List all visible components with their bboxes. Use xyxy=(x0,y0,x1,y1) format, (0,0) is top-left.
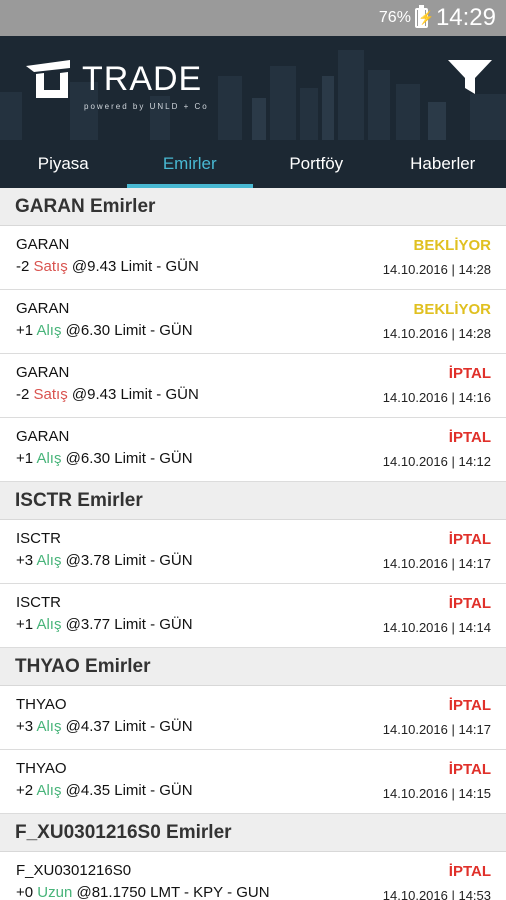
order-price: @81.1750 xyxy=(76,884,146,900)
order-timestamp: 14.10.2016 | 14:14 xyxy=(382,620,491,635)
order-price: @3.77 xyxy=(65,616,111,633)
order-timestamp: 14.10.2016 | 14:28 xyxy=(382,326,491,341)
order-timestamp: 14.10.2016 | 14:28 xyxy=(382,262,491,277)
group-header: GARAN Emirler xyxy=(0,188,506,226)
order-type: Limit - GÜN xyxy=(114,616,193,633)
order-timestamp: 14.10.2016 | 14:17 xyxy=(382,556,491,571)
order-status: İPTAL xyxy=(448,595,491,612)
order-price: @9.43 xyxy=(71,386,117,403)
order-type: Limit - GÜN xyxy=(114,450,193,467)
order-row[interactable]: GARAN +1 Alış @6.30 Limit - GÜN BEKLİYOR 14… xyxy=(0,290,506,354)
order-row[interactable]: GARAN -2 Satış @9.43 Limit - GÜN İPTAL 14.1… xyxy=(0,354,506,418)
order-side: Satış xyxy=(33,386,68,403)
order-side: Alış xyxy=(36,718,62,735)
order-type: Limit - GÜN xyxy=(114,718,193,735)
order-symbol: THYAO xyxy=(16,760,67,777)
order-status: İPTAL xyxy=(448,365,491,382)
order-symbol: ISCTR xyxy=(16,530,61,547)
order-quantity: +2 xyxy=(16,782,34,799)
logo-text: TRADE xyxy=(82,59,203,98)
order-symbol: F_XU0301216S0 xyxy=(16,862,132,879)
order-type: Limit - GÜN xyxy=(114,782,193,799)
order-status: BEKLİYOR xyxy=(413,301,491,318)
order-symbol: THYAO xyxy=(16,696,67,713)
order-quantity: +3 xyxy=(16,552,34,569)
order-status: İPTAL xyxy=(448,531,491,548)
order-timestamp: 14.10.2016 | 14:15 xyxy=(382,786,491,801)
order-price: @3.78 xyxy=(65,552,111,569)
order-quantity: +3 xyxy=(16,718,34,735)
trade-logo-icon xyxy=(26,60,70,98)
order-side: Uzun xyxy=(37,884,73,900)
order-side: Alış xyxy=(36,616,62,633)
order-status: BEKLİYOR xyxy=(413,237,491,254)
battery-charging-icon: ⚡ xyxy=(414,5,434,28)
order-timestamp: 14.10.2016 | 14:16 xyxy=(382,390,491,405)
order-type: LMT - KPY - GUN xyxy=(150,884,270,900)
order-symbol: GARAN xyxy=(16,428,70,445)
order-side: Satış xyxy=(33,258,68,275)
app-logo: TRADE powered by UNLD + Co xyxy=(24,58,209,111)
order-price: @4.35 xyxy=(65,782,111,799)
order-type: Limit - GÜN xyxy=(114,552,193,569)
order-side: Alış xyxy=(36,322,62,339)
order-side: Alış xyxy=(36,450,62,467)
order-price: @6.30 xyxy=(65,322,111,339)
order-row[interactable]: THYAO +3 Alış @4.37 Limit - GÜN İPTAL 14.10… xyxy=(0,686,506,750)
order-row[interactable]: ISCTR +3 Alış @3.78 Limit - GÜN İPTAL 14.10… xyxy=(0,520,506,584)
order-type: Limit - GÜN xyxy=(120,258,199,275)
order-row[interactable]: GARAN -2 Satış @9.43 Limit - GÜN BEKLİYOR 1… xyxy=(0,226,506,290)
order-type: Limit - GÜN xyxy=(120,386,199,403)
group-header: ISCTR Emirler xyxy=(0,482,506,520)
order-quantity: +1 xyxy=(16,322,34,339)
order-price: @4.37 xyxy=(65,718,111,735)
tab-piyasa[interactable]: Piyasa xyxy=(0,140,127,188)
order-timestamp: 14.10.2016 | 14:12 xyxy=(382,454,491,469)
order-price: @6.30 xyxy=(65,450,111,467)
tab-bar: Piyasa Emirler Portföy Haberler xyxy=(0,140,506,188)
order-status: İPTAL xyxy=(448,863,491,880)
order-timestamp: 14.10.2016 | 14:53 xyxy=(382,888,491,900)
order-symbol: GARAN xyxy=(16,364,70,381)
order-row[interactable]: GARAN +1 Alış @6.30 Limit - GÜN İPTAL 14.10… xyxy=(0,418,506,482)
app-header: TRADE powered by UNLD + Co xyxy=(0,36,506,140)
order-status: İPTAL xyxy=(448,697,491,714)
tab-haberler[interactable]: Haberler xyxy=(380,140,506,188)
order-row[interactable]: F_XU0301216S0 +0 Uzun @81.1750 LMT - KPY … xyxy=(0,852,506,900)
order-symbol: ISCTR xyxy=(16,594,61,611)
order-quantity: -2 xyxy=(16,258,30,275)
order-quantity: +1 xyxy=(16,616,34,633)
order-quantity: -2 xyxy=(16,386,30,403)
order-status: İPTAL xyxy=(448,761,491,778)
order-list[interactable]: GARAN Emirler GARAN -2 Satış @9.43 Limit -… xyxy=(0,188,506,900)
order-quantity: +0 xyxy=(16,884,34,900)
group-header: THYAO Emirler xyxy=(0,648,506,686)
order-type: Limit - GÜN xyxy=(114,322,193,339)
order-quantity: +1 xyxy=(16,450,34,467)
order-side: Alış xyxy=(36,782,62,799)
status-bar: 76% ⚡ 14:29 xyxy=(0,0,506,36)
order-status: İPTAL xyxy=(448,429,491,446)
tab-emirler[interactable]: Emirler xyxy=(126,140,254,188)
order-price: @9.43 xyxy=(71,258,117,275)
logo-subtitle: powered by UNLD + Co xyxy=(84,102,209,111)
filter-icon[interactable] xyxy=(446,56,494,98)
group-header: F_XU0301216S0 Emirler xyxy=(0,814,506,852)
order-side: Alış xyxy=(36,552,62,569)
battery-percent: 76% xyxy=(378,9,411,26)
status-clock: 14:29 xyxy=(435,4,496,31)
order-row[interactable]: THYAO +2 Alış @4.35 Limit - GÜN İPTAL 14.10… xyxy=(0,750,506,814)
order-row[interactable]: ISCTR +1 Alış @3.77 Limit - GÜN İPTAL 14.10… xyxy=(0,584,506,648)
order-timestamp: 14.10.2016 | 14:17 xyxy=(382,722,491,737)
tab-portfoy[interactable]: Portföy xyxy=(253,140,380,188)
